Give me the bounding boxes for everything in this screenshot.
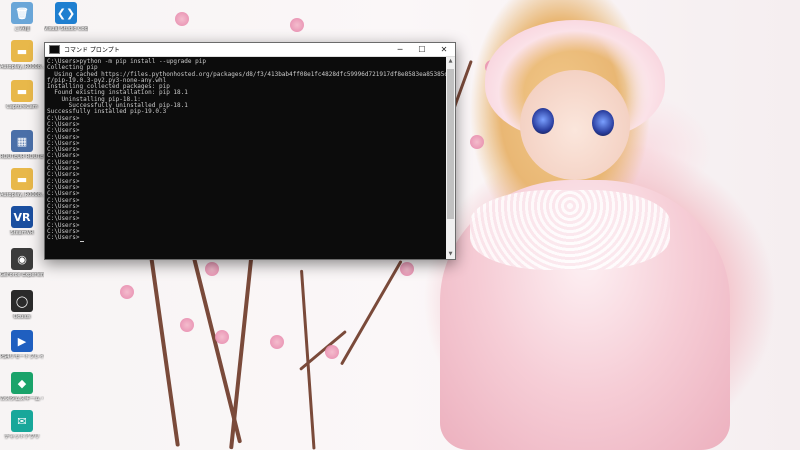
console-app-icon [49,45,60,54]
blossom-decoration [215,330,229,344]
vscode-icon: ❮❯ [55,2,77,24]
command-prompt-window[interactable]: コマンド プロンプト ─ ☐ ✕ C:\Users>python -m pip … [44,42,456,260]
desktop-shortcut[interactable]: ▬ Autoplay_R0008... [0,168,44,198]
app-icon: ◆ [11,372,33,394]
vertical-scrollbar[interactable]: ▲ ▼ [446,57,455,259]
desktop-shortcut-label: カスタムスキーム・インプット ヘルプ [0,396,44,402]
doll-eye-right [592,110,614,136]
desktop-shortcut-label: Autoplay_R0008... [0,192,44,198]
minimize-button[interactable]: ─ [389,43,411,56]
doll-lace [470,190,670,270]
blossom-decoration [175,12,189,26]
text-cursor [79,240,84,242]
desktop-shortcut[interactable]: ◆ カスタムスキーム・インプット ヘルプ [0,372,44,402]
scroll-down-icon[interactable]: ▼ [446,250,455,259]
ps4-remote-play-icon: ▶ [11,330,33,352]
desktop-shortcut-label: ROUTEUR ROUTE Reserve 3 (Invitation) [0,154,44,160]
doll-face [520,70,630,180]
desktop-shortcut-label: PS4リモートプレイ [0,354,44,360]
scrollbar-thumb[interactable] [447,69,454,219]
desktop-shortcut-label: Autoplay_R0008... [0,64,44,70]
close-button[interactable]: ✕ [433,43,455,56]
branch-decoration [229,250,254,450]
desktop-shortcut-label: Visual Studio Code [44,26,88,32]
console-output[interactable]: C:\Users>python -m pip install --upgrade… [45,57,446,259]
desktop-shortcut[interactable]: ▶ PS4リモートプレイ [0,330,44,360]
doll-eye-left [532,108,554,134]
chat-app-icon: ✉ [11,410,33,432]
blossom-decoration [470,135,484,149]
desktop-shortcut-label: ごみ箱 [14,26,30,32]
desktop-shortcut[interactable]: ❮❯ Visual Studio Code [44,2,88,32]
recycle-bin-icon: 🗑 [11,2,33,24]
desktop-shortcut[interactable]: ✉ チャットアプリ [0,410,44,440]
blossom-decoration [205,262,219,276]
window-title: コマンド プロンプト [64,47,120,54]
desktop-shortcut-label: CaptureCam [6,104,38,110]
oculus-icon: ◯ [11,290,33,312]
nvidia-icon: ◉ [11,248,33,270]
blossom-decoration [290,18,304,32]
desktop-shortcut[interactable]: 🗑 ごみ箱 [0,2,44,32]
desktop-shortcut[interactable]: ◯ Oculus [0,290,44,320]
maximize-button[interactable]: ☐ [411,43,433,56]
scroll-up-icon[interactable]: ▲ [446,57,455,66]
blossom-decoration [270,335,284,349]
desktop-shortcut[interactable]: ▬ CaptureCam [0,80,44,110]
desktop-shortcut[interactable]: ◉ GeForce Experience [0,248,44,278]
vr-icon: VR [11,206,33,228]
branch-decoration [340,260,403,366]
blossom-decoration [400,262,414,276]
desktop-shortcut-label: GeForce Experience [0,272,44,278]
desktop-shortcut-label: チャットアプリ [4,434,40,440]
folder-icon: ▬ [11,80,33,102]
console-line: C:\Users> [47,235,444,242]
desktop-shortcut[interactable]: ▦ ROUTEUR ROUTE Reserve 3 (Invitation) [0,130,44,160]
folder-icon: ▬ [11,40,33,62]
blossom-decoration [325,345,339,359]
desktop-shortcut[interactable]: ▬ Autoplay_R0008... [0,40,44,70]
desktop-shortcut-label: Oculus [13,314,31,320]
window-titlebar[interactable]: コマンド プロンプト ─ ☐ ✕ [45,43,455,57]
blossom-decoration [120,285,134,299]
shortcut-icon: ▦ [11,130,33,152]
desktop-shortcut-label: SteamVR [10,230,34,236]
desktop-shortcut[interactable]: VR SteamVR [0,206,44,236]
blossom-decoration [180,318,194,332]
folder-icon: ▬ [11,168,33,190]
